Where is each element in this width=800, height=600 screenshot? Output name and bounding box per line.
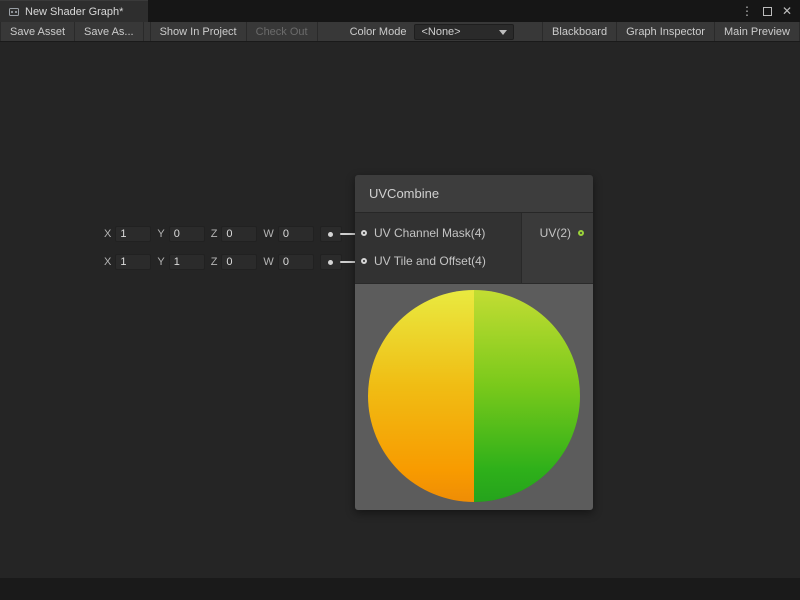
blackboard-toggle-button[interactable]: Blackboard xyxy=(542,22,616,41)
input-row-uv-tile-offset: UV Tile and Offset(4) xyxy=(355,247,521,275)
w-input[interactable] xyxy=(278,226,314,242)
color-mode-dropdown[interactable]: <None> xyxy=(414,24,514,40)
z-input[interactable] xyxy=(221,254,257,270)
tab-title: New Shader Graph* xyxy=(25,6,123,18)
output-port-label: UV(2) xyxy=(540,226,571,240)
graph-toolbar: Save Asset Save As... Show In Project Ch… xyxy=(0,22,800,42)
maximize-icon[interactable] xyxy=(763,7,772,16)
vector4-row-uv-channel-mask: X Y Z W xyxy=(104,225,342,243)
show-in-project-button[interactable]: Show In Project xyxy=(150,22,247,41)
z-label: Z xyxy=(211,228,218,240)
x-label: X xyxy=(104,228,111,240)
shader-graph-window: New Shader Graph* ⋮ ✕ Save Asset Save As… xyxy=(0,0,800,600)
color-mode-value: <None> xyxy=(421,26,460,38)
y-input[interactable] xyxy=(169,226,205,242)
port-connector[interactable] xyxy=(320,226,342,242)
x-input[interactable] xyxy=(115,226,151,242)
connector-dot-icon xyxy=(328,260,333,265)
save-as-button[interactable]: Save As... xyxy=(75,22,144,41)
vector-field-z: Z xyxy=(211,254,258,270)
color-mode-label: Color Mode xyxy=(344,22,413,41)
graph-inspector-toggle-button[interactable]: Graph Inspector xyxy=(616,22,714,41)
sphere-left-half xyxy=(368,290,474,502)
input-port-label: UV Tile and Offset(4) xyxy=(374,254,486,268)
tab-bar: New Shader Graph* ⋮ ✕ xyxy=(0,0,800,22)
window-controls: ⋮ ✕ xyxy=(741,0,800,22)
y-label: Y xyxy=(157,256,164,268)
vector-field-z: Z xyxy=(211,226,258,242)
vector-field-x: X xyxy=(104,226,151,242)
kebab-menu-icon[interactable]: ⋮ xyxy=(741,0,753,22)
uvcombine-node[interactable]: UVCombine UV Channel Mask(4) UV Tile and… xyxy=(355,175,593,510)
check-out-button: Check Out xyxy=(247,22,318,41)
z-label: Z xyxy=(211,256,218,268)
preview-sphere xyxy=(368,290,580,502)
output-port-icon[interactable] xyxy=(578,230,584,236)
shader-graph-icon xyxy=(8,6,20,18)
y-label: Y xyxy=(157,228,164,240)
toolbar-right-group: Blackboard Graph Inspector Main Preview xyxy=(542,22,800,41)
save-asset-button[interactable]: Save Asset xyxy=(0,22,75,41)
connector-dot-icon xyxy=(328,232,333,237)
node-title: UVCombine xyxy=(369,186,439,201)
w-input[interactable] xyxy=(278,254,314,270)
node-body: UV Channel Mask(4) UV Tile and Offset(4)… xyxy=(355,213,593,283)
y-input[interactable] xyxy=(169,254,205,270)
node-preview xyxy=(355,283,593,510)
output-row-uv: UV(2) xyxy=(522,219,593,247)
input-port-icon[interactable] xyxy=(361,258,367,264)
input-port-label: UV Channel Mask(4) xyxy=(374,226,485,240)
input-port-icon[interactable] xyxy=(361,230,367,236)
close-icon[interactable]: ✕ xyxy=(782,0,792,22)
node-input-section: UV Channel Mask(4) UV Tile and Offset(4) xyxy=(355,213,521,283)
vector-field-w: W xyxy=(263,226,313,242)
sphere-right-half xyxy=(474,290,580,502)
vector-field-w: W xyxy=(263,254,313,270)
w-label: W xyxy=(263,256,273,268)
input-row-uv-channel-mask: UV Channel Mask(4) xyxy=(355,219,521,247)
node-output-section: UV(2) xyxy=(521,213,593,283)
chevron-down-icon xyxy=(499,30,507,35)
w-label: W xyxy=(263,228,273,240)
vector-field-y: Y xyxy=(157,254,204,270)
bottom-bar xyxy=(0,578,800,600)
port-connector[interactable] xyxy=(320,254,342,270)
z-input[interactable] xyxy=(221,226,257,242)
vector-field-y: Y xyxy=(157,226,204,242)
vector4-row-uv-tile-offset: X Y Z W xyxy=(104,253,342,271)
x-input[interactable] xyxy=(115,254,151,270)
vector-field-x: X xyxy=(104,254,151,270)
x-label: X xyxy=(104,256,111,268)
tab-new-shader-graph[interactable]: New Shader Graph* xyxy=(0,0,148,22)
main-preview-toggle-button[interactable]: Main Preview xyxy=(714,22,800,41)
node-header[interactable]: UVCombine xyxy=(355,175,593,213)
